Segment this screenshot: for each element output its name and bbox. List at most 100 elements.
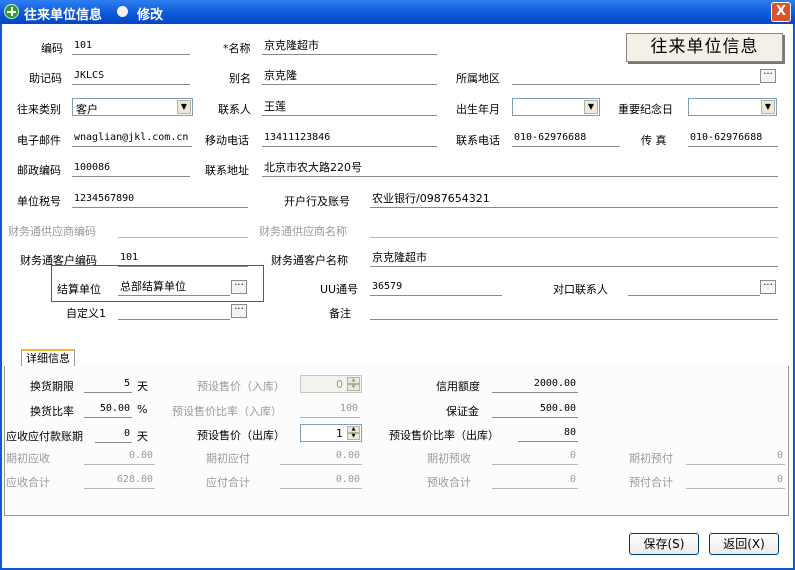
back-button[interactable]: 返回(X) xyxy=(709,533,779,555)
email-label: 电子邮件 xyxy=(17,134,61,147)
contact-label: 联系人 xyxy=(218,103,251,116)
settle-unit-browse-button[interactable]: ··· xyxy=(231,280,247,294)
mobile-field[interactable]: 13411123846 xyxy=(262,130,437,147)
app-icon xyxy=(4,4,19,19)
init-receivable-field: 0.00 xyxy=(84,448,155,465)
counterpart-browse-button[interactable]: ··· xyxy=(760,280,776,294)
remark-label: 备注 xyxy=(329,307,351,320)
taxno-field[interactable]: 1234567890 xyxy=(72,191,248,208)
remark-field[interactable] xyxy=(370,303,778,320)
init-prereceive-label: 期初预收 xyxy=(427,452,471,465)
mobile-label: 移动电话 xyxy=(205,134,249,147)
fin-customer-name-label: 财务通客户名称 xyxy=(271,254,348,267)
exchange-days-unit: 天 xyxy=(137,380,148,393)
chevron-down-icon[interactable]: ▼ xyxy=(761,100,775,114)
anniversary-select[interactable]: ▼ xyxy=(688,98,777,116)
title-bar: 往来单位信息 修改 X xyxy=(0,0,795,24)
credit-label: 信用额度 xyxy=(436,380,480,393)
preset-price-out-label: 预设售价（出库） xyxy=(197,429,285,442)
fax-label: 传 真 xyxy=(641,134,667,147)
ar-ap-days-label: 应收应付款账期 xyxy=(6,430,83,443)
fax-field[interactable]: 010-62976688 xyxy=(688,130,778,147)
alias-field[interactable]: 京克隆 xyxy=(262,68,437,85)
init-prepay-field: 0 xyxy=(686,448,785,465)
region-field[interactable] xyxy=(512,68,760,85)
preset-price-in-stepper: 0 ▲ ▼ xyxy=(300,375,362,393)
email-field[interactable]: wnaglian@jkl.com.cn xyxy=(72,130,192,147)
region-browse-button[interactable]: ··· xyxy=(760,69,776,83)
exchange-days-label: 换货期限 xyxy=(30,380,74,393)
phone-label: 联系电话 xyxy=(456,134,500,147)
exchange-rate-label: 换货比率 xyxy=(30,405,74,418)
fin-customer-name-field[interactable]: 京克隆超市 xyxy=(370,250,778,267)
uu-field[interactable]: 36579 xyxy=(370,279,502,296)
exchange-rate-field[interactable]: 50.00 xyxy=(84,401,132,418)
mnemonic-field[interactable]: JKLCS xyxy=(72,68,190,85)
fin-supplier-code-label: 财务通供应商编码 xyxy=(8,225,96,238)
type-select[interactable]: 客户 ▼ xyxy=(72,98,193,116)
settle-unit-field[interactable]: 总部结算单位 xyxy=(118,279,230,296)
fin-supplier-code-field xyxy=(118,221,248,238)
deposit-label: 保证金 xyxy=(446,405,479,418)
ar-ap-days-field[interactable]: 0 xyxy=(95,426,132,443)
total-prepay-field: 0 xyxy=(686,472,785,489)
settle-unit-label: 结算单位 xyxy=(57,283,101,296)
init-payable-field: 0.00 xyxy=(280,448,362,465)
spin-up-icon: ▲ xyxy=(347,377,360,384)
address-field[interactable]: 北京市农大路220号 xyxy=(262,160,778,177)
mode-icon xyxy=(117,6,128,17)
credit-field[interactable]: 2000.00 xyxy=(492,376,578,393)
preset-price-in-label: 预设售价（入库） xyxy=(197,380,285,393)
uu-label: UU通号 xyxy=(320,283,359,296)
total-payable-field: 0.00 xyxy=(280,472,362,489)
name-field[interactable]: 京克隆超市 xyxy=(262,38,437,55)
preset-price-out-stepper[interactable]: 1 ▲ ▼ xyxy=(300,424,362,442)
birth-label: 出生年月 xyxy=(456,103,500,116)
deposit-field[interactable]: 500.00 xyxy=(492,401,578,418)
fin-supplier-name-label: 财务通供应商名称 xyxy=(259,225,347,238)
total-payable-label: 应付合计 xyxy=(206,476,250,489)
custom1-browse-button[interactable]: ··· xyxy=(231,304,247,318)
chevron-down-icon[interactable]: ▼ xyxy=(177,100,191,114)
type-label: 往来类别 xyxy=(17,103,61,116)
postcode-label: 邮政编码 xyxy=(17,164,61,177)
type-value: 客户 xyxy=(76,103,98,116)
exchange-rate-unit: % xyxy=(137,403,148,416)
header-stamp: 往来单位信息 xyxy=(626,33,783,62)
address-label: 联系地址 xyxy=(205,164,249,177)
init-payable-label: 期初应付 xyxy=(206,452,250,465)
spin-down-icon[interactable]: ▼ xyxy=(347,433,360,440)
counterpart-label: 对口联系人 xyxy=(553,283,608,296)
region-label: 所属地区 xyxy=(456,72,500,85)
ar-ap-days-unit: 天 xyxy=(137,430,148,443)
init-receivable-label: 期初应收 xyxy=(6,452,50,465)
tab-detail[interactable]: 详细信息 xyxy=(21,349,75,367)
name-label: *名称 xyxy=(223,42,251,55)
spin-up-icon[interactable]: ▲ xyxy=(347,426,360,433)
mnemonic-label: 助记码 xyxy=(29,72,62,85)
preset-ratio-out-label: 预设售价比率（出库） xyxy=(389,429,499,442)
birth-select[interactable]: ▼ xyxy=(512,98,600,116)
preset-ratio-in-field: 100 xyxy=(300,401,360,418)
bank-label: 开户行及账号 xyxy=(284,195,350,208)
save-button[interactable]: 保存(S) xyxy=(629,533,699,555)
bank-field[interactable]: 农业银行/0987654321 xyxy=(370,191,778,208)
phone-field[interactable]: 010-62976688 xyxy=(512,130,620,147)
contact-field[interactable]: 王莲 xyxy=(262,99,437,116)
custom1-field[interactable] xyxy=(118,303,230,320)
counterpart-field[interactable] xyxy=(628,279,760,296)
close-icon: X xyxy=(775,4,787,19)
preset-ratio-out-field[interactable]: 80 xyxy=(518,425,578,442)
init-prepay-label: 期初预付 xyxy=(629,452,673,465)
window-title: 往来单位信息 xyxy=(24,8,103,23)
exchange-days-field[interactable]: 5 xyxy=(84,376,132,393)
tab-detail-label: 详细信息 xyxy=(26,352,70,365)
total-receivable-label: 应收合计 xyxy=(6,476,50,489)
fin-supplier-name-field xyxy=(370,221,778,238)
postcode-field[interactable]: 100086 xyxy=(72,160,190,177)
taxno-label: 单位税号 xyxy=(17,195,61,208)
chevron-down-icon[interactable]: ▼ xyxy=(584,100,598,114)
code-field[interactable]: 101 xyxy=(72,38,190,55)
close-button[interactable]: X xyxy=(771,2,791,22)
custom1-label: 自定义1 xyxy=(66,307,106,320)
